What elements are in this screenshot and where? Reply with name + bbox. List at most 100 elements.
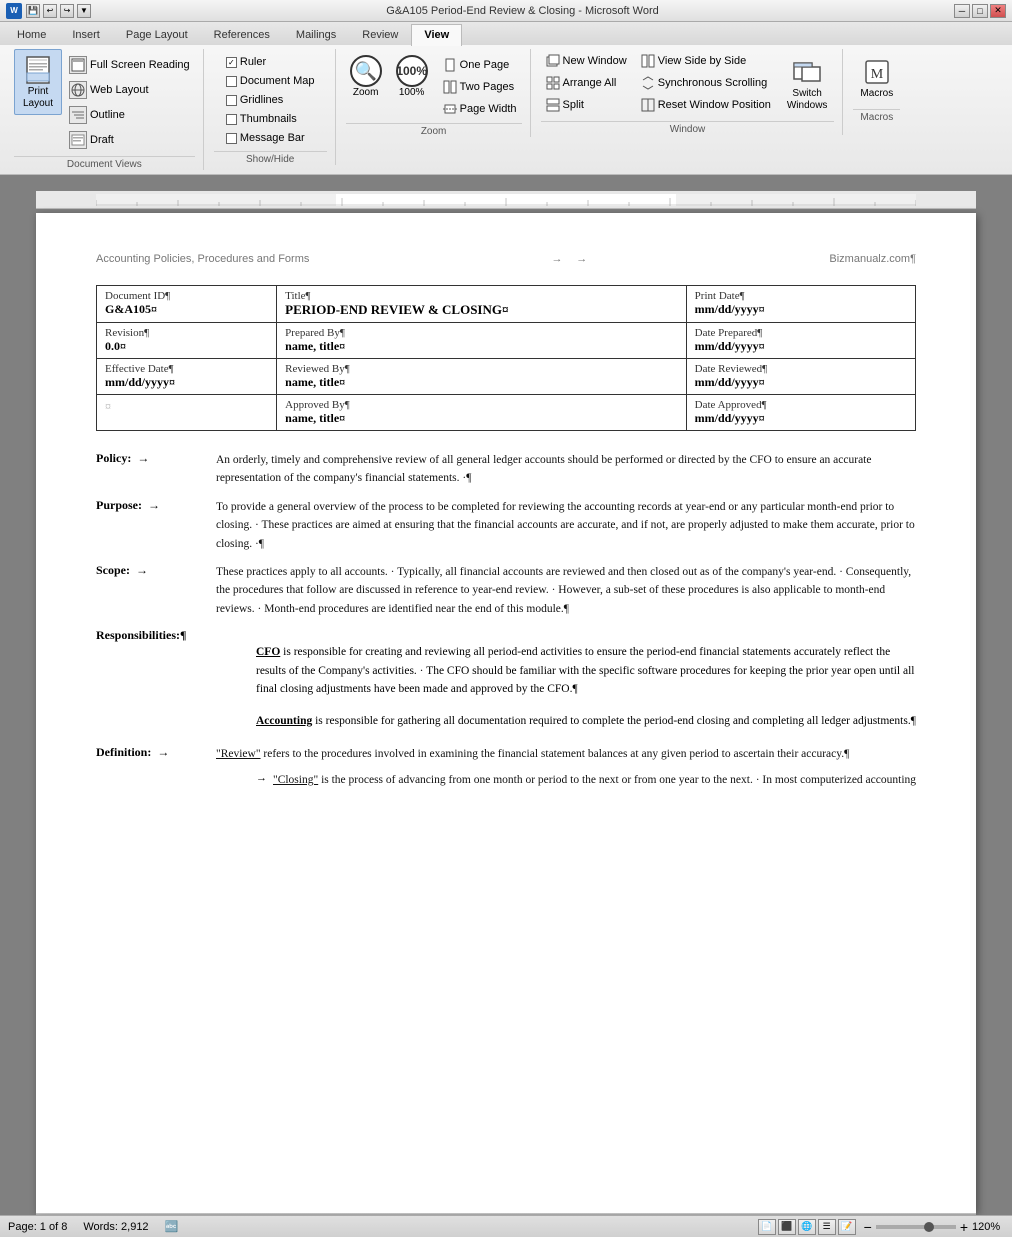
one-page-label: One Page bbox=[460, 59, 510, 71]
purpose-text-label: Purpose: bbox=[96, 498, 142, 513]
draft-view-btn[interactable]: 📝 bbox=[838, 1219, 856, 1235]
reset-window-icon bbox=[641, 98, 655, 112]
document-map-btn[interactable]: Document Map bbox=[221, 72, 320, 90]
two-pages-btn[interactable]: Two Pages bbox=[438, 77, 522, 97]
macros-btn[interactable]: M Macros bbox=[853, 51, 900, 105]
definition-arrow: → bbox=[157, 745, 169, 760]
new-window-btn[interactable]: New Window bbox=[541, 51, 632, 71]
full-screen-reading-icon bbox=[69, 56, 87, 74]
arrange-all-btn[interactable]: Arrange All bbox=[541, 73, 632, 93]
one-page-btn[interactable]: One Page bbox=[438, 55, 522, 75]
language-indicator: 🔤 bbox=[165, 1220, 179, 1233]
page-bottom-indicator bbox=[36, 1213, 976, 1215]
responsibilities-label: Responsibilities:¶ bbox=[96, 628, 916, 643]
macros-icon: M bbox=[861, 56, 893, 88]
scope-text: These practices apply to all accounts. ·… bbox=[216, 563, 916, 618]
document-container: Accounting Policies, Procedures and Form… bbox=[0, 175, 1012, 1215]
outline-icon bbox=[69, 106, 87, 124]
reset-window-position-label: Reset Window Position bbox=[658, 99, 771, 111]
reviewed-by-value: name, title¤ bbox=[285, 375, 678, 390]
gridlines-btn[interactable]: Gridlines bbox=[221, 91, 288, 109]
scope-section: Scope: → These practices apply to all ac… bbox=[96, 563, 916, 618]
zoom-icon: 🔍 bbox=[350, 55, 382, 87]
view-side-by-side-btn[interactable]: View Side by Side bbox=[636, 51, 776, 71]
two-pages-label: Two Pages bbox=[460, 81, 514, 93]
approved-by-value: name, title¤ bbox=[285, 411, 678, 426]
sync-scroll-icon bbox=[641, 76, 655, 90]
zoom-plus-btn[interactable]: + bbox=[960, 1219, 968, 1235]
zoom-level: 120% bbox=[972, 1221, 1004, 1233]
tab-insert[interactable]: Insert bbox=[59, 24, 113, 45]
zoom-pct-btn[interactable]: 100% 100% bbox=[392, 51, 432, 102]
approved-by-label: Approved By¶ bbox=[285, 399, 678, 411]
tab-view[interactable]: View bbox=[411, 24, 462, 46]
split-label: Split bbox=[563, 99, 584, 111]
ribbon-tab-bar: Home Insert Page Layout References Maili… bbox=[0, 22, 1012, 45]
definition-label: Definition: → bbox=[96, 745, 216, 760]
gridlines-label: Gridlines bbox=[240, 94, 283, 106]
zoom-label: Zoom bbox=[353, 87, 379, 98]
quick-save-btn[interactable]: 💾 bbox=[26, 4, 40, 18]
zoom-pct-icon: 100% bbox=[396, 55, 428, 87]
redo-btn[interactable]: ↪ bbox=[60, 4, 74, 18]
ruler-checkbox: ✓ bbox=[226, 57, 237, 68]
draft-btn[interactable]: Draft bbox=[64, 128, 195, 152]
synchronous-scrolling-btn[interactable]: Synchronous Scrolling bbox=[636, 73, 776, 93]
restore-btn[interactable]: □ bbox=[972, 4, 988, 18]
table-row: ¤ Approved By¶ name, title¤ Date Approve… bbox=[97, 395, 916, 431]
macros-group-label: Macros bbox=[853, 109, 900, 123]
accounting-text: is responsible for gathering all documen… bbox=[312, 715, 916, 727]
tab-review[interactable]: Review bbox=[349, 24, 411, 45]
print-layout-view-btn[interactable]: 📄 bbox=[758, 1219, 776, 1235]
view-buttons: 📄 ⬛ 🌐 ☰ 📝 bbox=[758, 1219, 856, 1235]
ruler-btn[interactable]: ✓ Ruler bbox=[221, 53, 271, 71]
scope-label: Scope: → bbox=[96, 563, 216, 578]
header-right: Bizmanualz.com¶ bbox=[829, 253, 916, 265]
ribbon: Home Insert Page Layout References Maili… bbox=[0, 22, 1012, 175]
arrange-all-icon bbox=[546, 76, 560, 90]
outline-view-btn[interactable]: ☰ bbox=[818, 1219, 836, 1235]
full-screen-reading-label: Full Screen Reading bbox=[90, 59, 190, 71]
switch-windows-btn[interactable]: SwitchWindows bbox=[780, 51, 835, 117]
tab-page-layout[interactable]: Page Layout bbox=[113, 24, 201, 45]
tab-mailings[interactable]: Mailings bbox=[283, 24, 349, 45]
date-reviewed-cell: Date Reviewed¶ mm/dd/yyyy¤ bbox=[686, 359, 915, 395]
message-bar-label: Message Bar bbox=[240, 132, 305, 144]
doc-id-label: Document ID¶ bbox=[105, 290, 268, 302]
close-btn[interactable]: ✕ bbox=[990, 4, 1006, 18]
switch-windows-label: SwitchWindows bbox=[787, 88, 828, 112]
split-btn[interactable]: Split bbox=[541, 95, 632, 115]
review-text: refers to the procedures involved in exa… bbox=[261, 748, 850, 760]
doc-header: Accounting Policies, Procedures and Form… bbox=[96, 253, 916, 265]
reset-window-position-btn[interactable]: Reset Window Position bbox=[636, 95, 776, 115]
document-table: Document ID¶ G&A105¤ Title¶ PERIOD-END R… bbox=[96, 285, 916, 431]
arrange-all-label: Arrange All bbox=[563, 77, 617, 89]
thumbnails-btn[interactable]: Thumbnails bbox=[221, 110, 302, 128]
full-screen-reading-btn[interactable]: Full Screen Reading bbox=[64, 53, 195, 77]
web-layout-view-btn[interactable]: 🌐 bbox=[798, 1219, 816, 1235]
zoom-slider[interactable] bbox=[876, 1225, 956, 1229]
page-width-btn[interactable]: Page Width bbox=[438, 99, 522, 119]
customize-btn[interactable]: ▼ bbox=[77, 4, 91, 18]
reviewed-by-cell: Reviewed By¶ name, title¤ bbox=[277, 359, 687, 395]
web-layout-btn[interactable]: Web Layout bbox=[64, 78, 195, 102]
title-bar: W 💾 ↩ ↪ ▼ G&A105 Period-End Review & Clo… bbox=[0, 0, 1012, 22]
print-date-cell: Print Date¶ mm/dd/yyyy¤ bbox=[686, 286, 915, 323]
message-bar-btn[interactable]: Message Bar bbox=[221, 129, 310, 147]
zoom-minus-btn[interactable]: − bbox=[864, 1219, 872, 1235]
minimize-btn[interactable]: ─ bbox=[954, 4, 970, 18]
zoom-btn[interactable]: 🔍 Zoom bbox=[346, 51, 386, 102]
show-hide-group: ✓ Ruler Document Map Gridlines Thumbnail… bbox=[206, 49, 336, 165]
tab-home[interactable]: Home bbox=[4, 24, 59, 45]
title-value: PERIOD-END REVIEW & CLOSING¤ bbox=[285, 302, 678, 318]
print-layout-btn[interactable]: PrintLayout bbox=[14, 49, 62, 115]
scope-arrow: → bbox=[136, 563, 148, 578]
full-screen-view-btn[interactable]: ⬛ bbox=[778, 1219, 796, 1235]
window-group-label: Window bbox=[541, 121, 835, 135]
outline-btn[interactable]: Outline bbox=[64, 103, 195, 127]
undo-btn[interactable]: ↩ bbox=[43, 4, 57, 18]
purpose-text: To provide a general overview of the pro… bbox=[216, 498, 916, 553]
effective-date-label: Effective Date¶ bbox=[105, 363, 268, 375]
tab-references[interactable]: References bbox=[201, 24, 283, 45]
date-reviewed-value: mm/dd/yyyy¤ bbox=[695, 375, 907, 390]
